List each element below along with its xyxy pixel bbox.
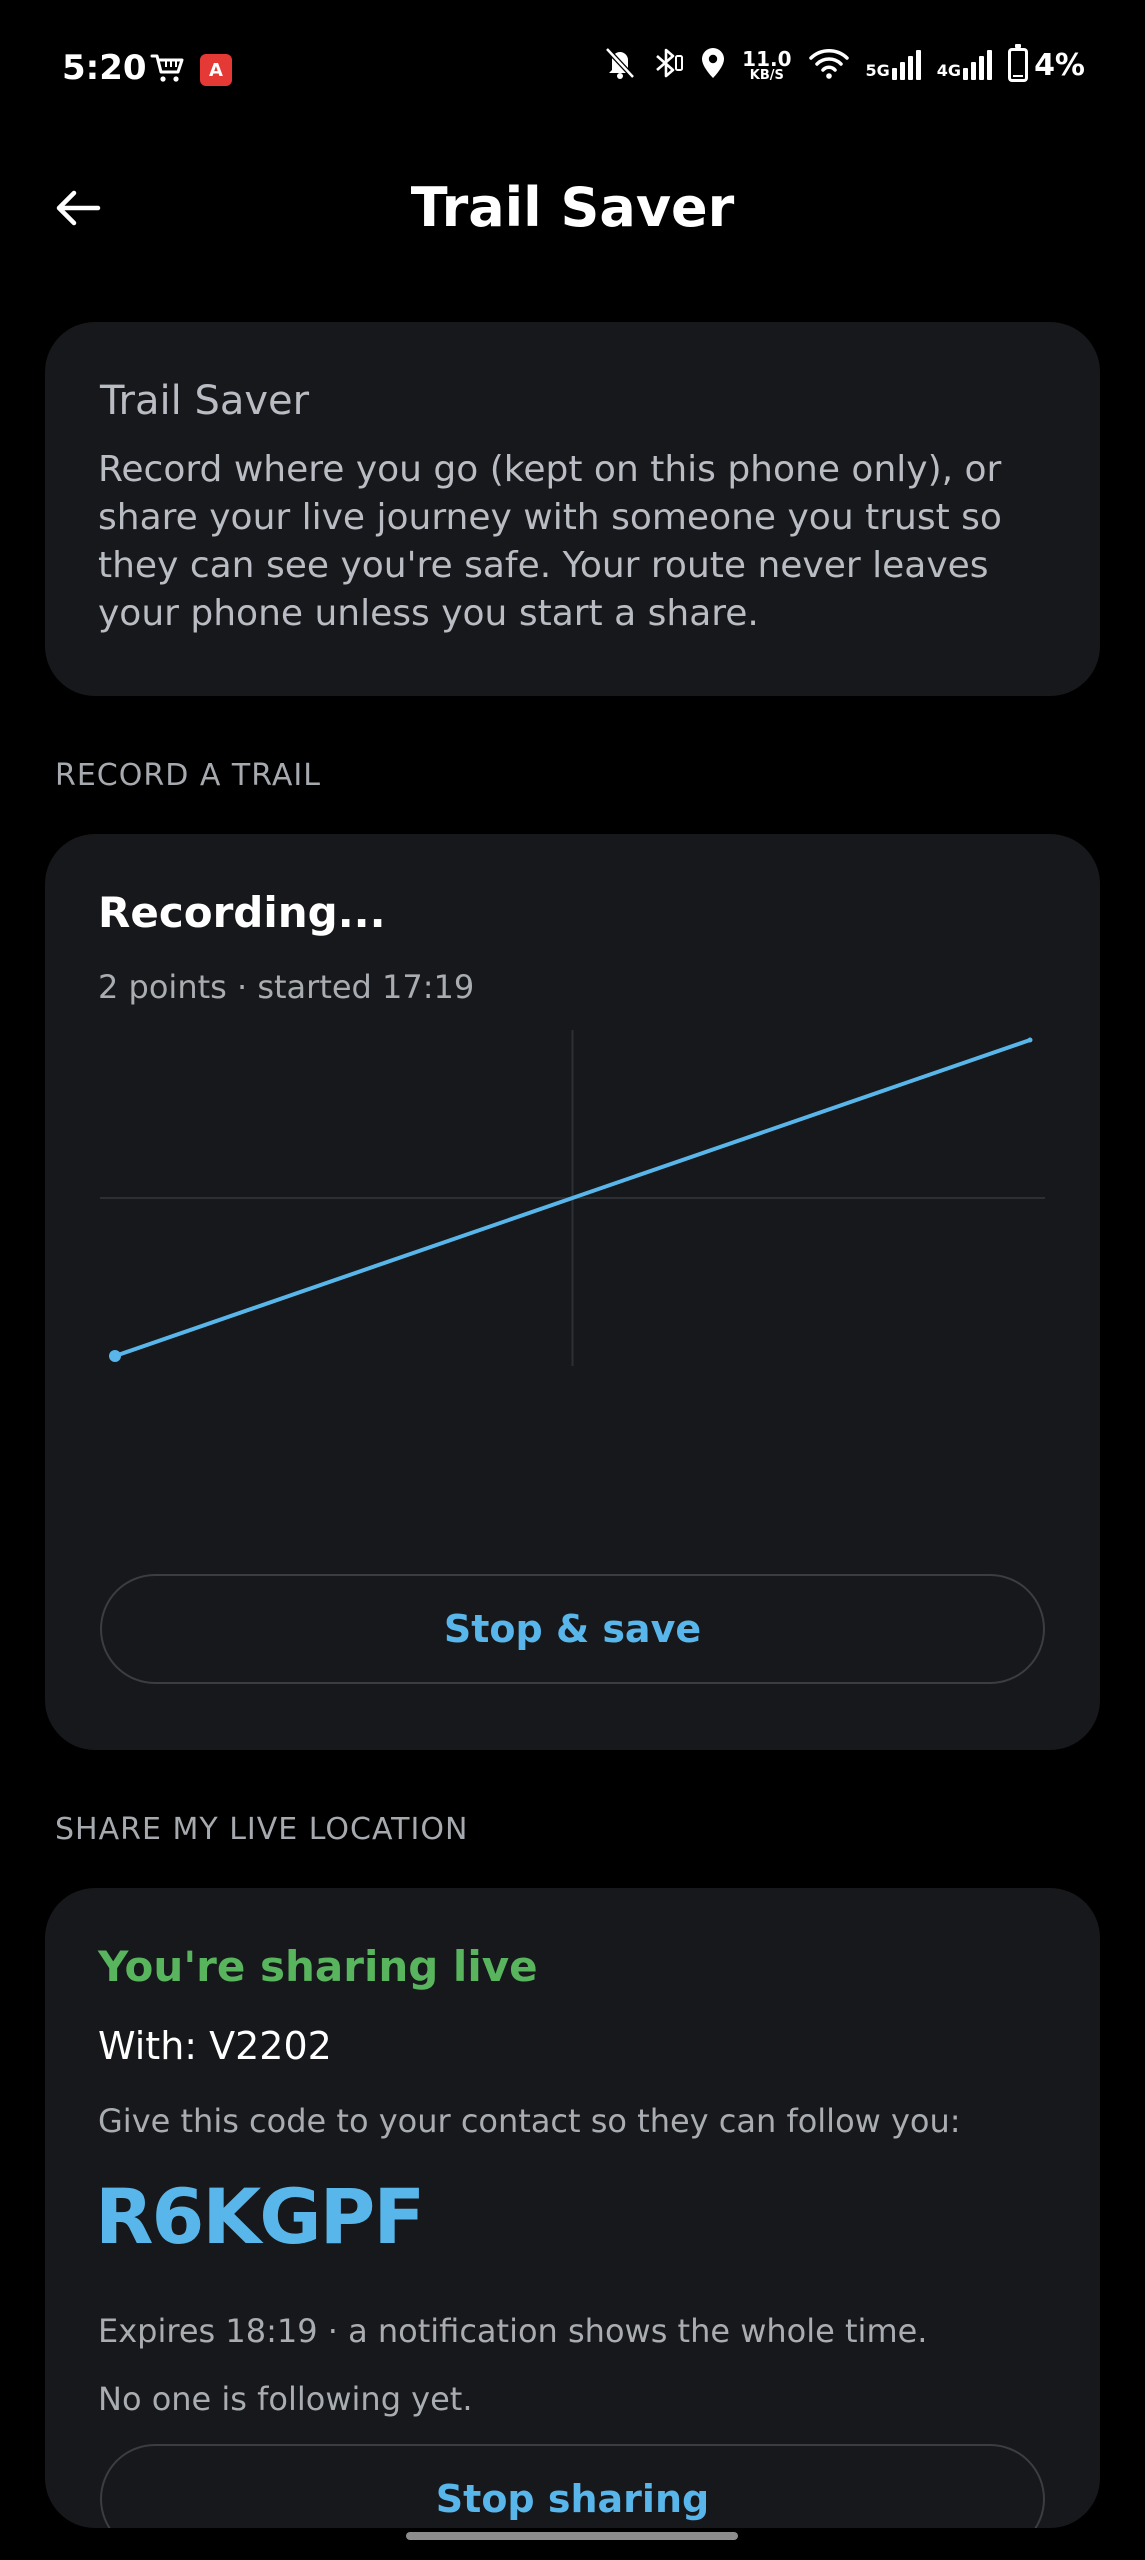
- followers-status: No one is following yet.: [98, 2380, 473, 2418]
- stop-sharing-button[interactable]: Stop sharing: [100, 2444, 1045, 2528]
- share-section-label: SHARE MY LIVE LOCATION: [55, 1812, 469, 1847]
- share-recipient-value: V2202: [209, 2024, 332, 2068]
- page-title: Trail Saver: [410, 176, 735, 239]
- battery-indicator: 4%: [1008, 44, 1085, 83]
- sharing-status: You're sharing live: [98, 1942, 538, 1991]
- stop-and-save-button[interactable]: Stop & save: [100, 1574, 1045, 1684]
- share-code: R6KGPF: [95, 2172, 425, 2261]
- battery-icon: [1008, 44, 1029, 82]
- status-left-icons: A: [150, 52, 232, 88]
- share-recipient-label: With:: [98, 2024, 198, 2068]
- network-speed-value: 11.0: [742, 46, 792, 71]
- trail-start-point: [109, 1350, 121, 1362]
- mute-icon: [604, 46, 636, 84]
- intro-description: Record where you go (kept on this phone …: [98, 449, 1002, 634]
- trail-end-point: [1027, 1037, 1033, 1043]
- recording-status: Recording...: [98, 888, 386, 937]
- intro-title: Trail Saver: [100, 378, 310, 424]
- status-time: 5:20: [62, 48, 147, 88]
- status-bar: 5:20 A 11.0 KB/S 5G 4G 4%: [0, 0, 1145, 140]
- status-right-icons: 11.0 KB/S 5G 4G 4%: [604, 44, 1085, 84]
- share-card: You're sharing live With: V2202 Give this…: [45, 1888, 1100, 2528]
- record-section-label: RECORD A TRAIL: [55, 758, 321, 793]
- signal-4g-label: 4G: [936, 61, 962, 80]
- share-expiry-text: Expires 18:19 · a notification shows the…: [98, 2312, 928, 2350]
- gesture-navigation-bar[interactable]: [406, 2532, 738, 2540]
- share-recipient: With: V2202: [98, 2024, 332, 2068]
- share-instruction: Give this code to your contact so they c…: [98, 2102, 961, 2140]
- intro-card: Trail Saver Record where you go (kept on…: [45, 322, 1100, 696]
- network-speed-unit: KB/S: [749, 67, 784, 83]
- shopping-cart-icon: [150, 52, 186, 88]
- network-speed: 11.0 KB/S: [742, 49, 791, 82]
- screen: 5:20 A 11.0 KB/S 5G 4G 4% Trail Saver Tr…: [0, 0, 1145, 2560]
- bluetooth-icon: [652, 46, 684, 84]
- location-icon: [700, 46, 726, 84]
- signal-5g-label: 5G: [865, 61, 890, 80]
- wifi-icon: [808, 46, 850, 84]
- record-card: Recording... 2 points · started 17:19 St…: [45, 834, 1100, 1750]
- recording-subtitle: 2 points · started 17:19: [98, 968, 475, 1006]
- app-notification-icon: A: [200, 54, 232, 86]
- trail-map: [100, 1030, 1045, 1366]
- signal-4g-icon: 4G: [936, 50, 993, 80]
- app-bar: Trail Saver: [0, 140, 1145, 270]
- signal-5g-icon: 5G: [866, 50, 921, 80]
- battery-percent: 4%: [1034, 47, 1085, 83]
